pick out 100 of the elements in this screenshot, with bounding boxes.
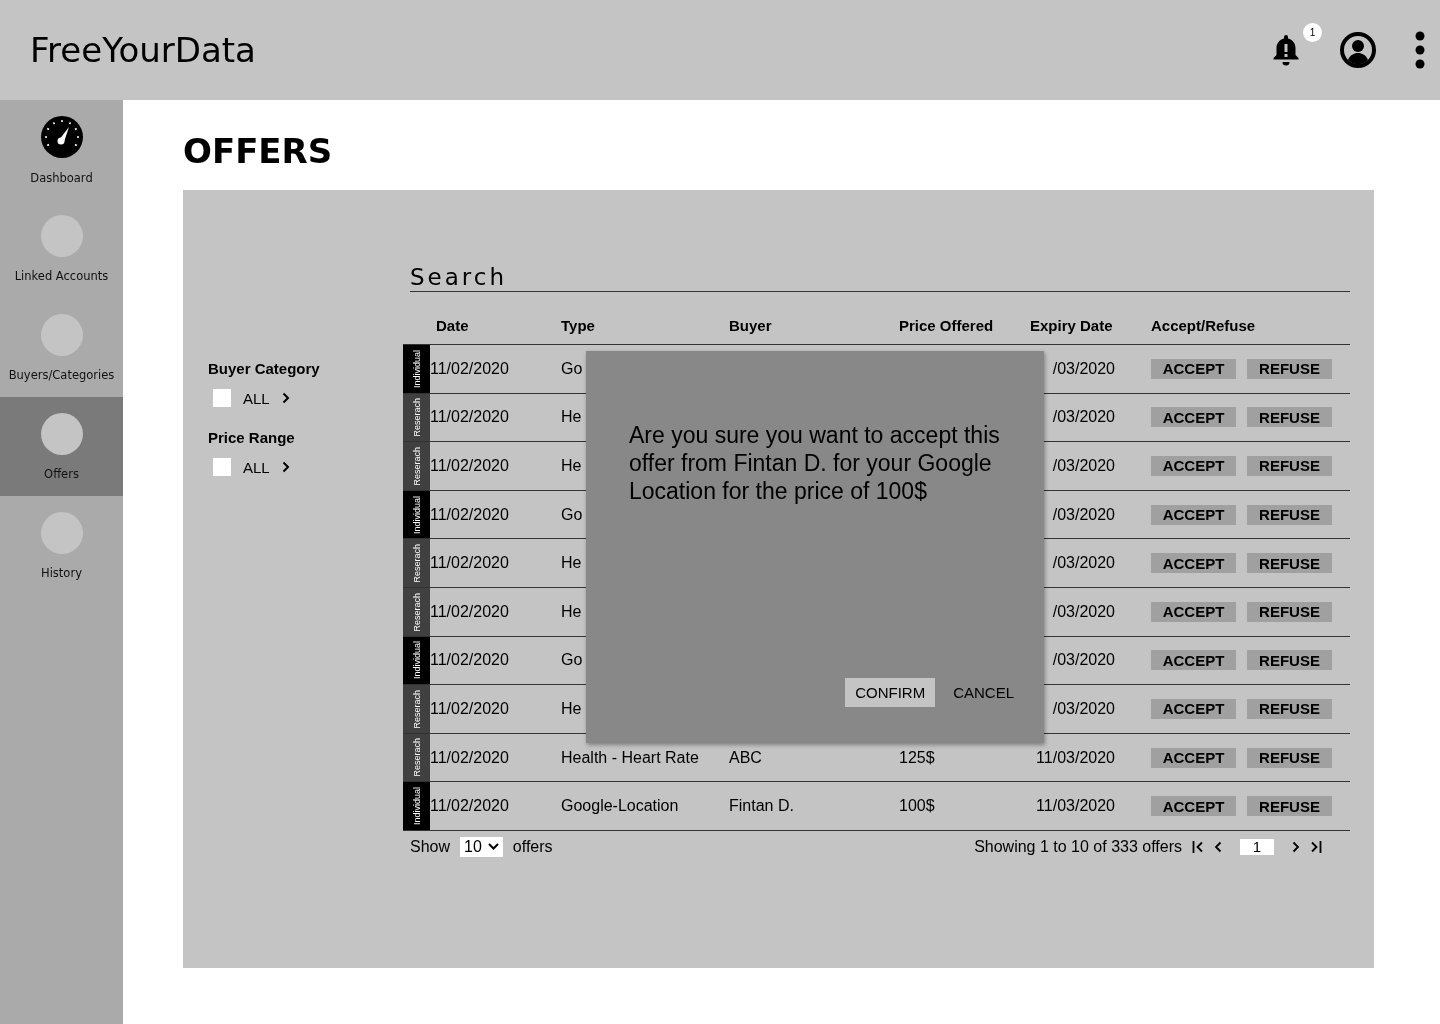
cancel-button[interactable]: CANCEL bbox=[953, 684, 1014, 701]
first-page-icon[interactable] bbox=[1192, 840, 1204, 853]
table-cell: 11/02/2020 bbox=[430, 554, 509, 573]
table-cell: Go bbox=[561, 359, 583, 378]
chevron-right-icon[interactable] bbox=[281, 461, 290, 473]
show-label: Show bbox=[410, 837, 451, 856]
refuse-button[interactable]: REFUSE bbox=[1247, 796, 1332, 817]
account-button[interactable] bbox=[1340, 32, 1376, 68]
refuse-button[interactable]: REFUSE bbox=[1247, 504, 1332, 525]
table-cell: 125$ bbox=[899, 748, 935, 767]
dialog-message: Are you sure you want to accept this offer from Fintan D. for your Google Location for the price of 100$ bbox=[629, 421, 1001, 505]
sidebar-item[interactable]: Buyers/Categories bbox=[0, 298, 123, 397]
table-cell: 100$ bbox=[899, 797, 935, 816]
column-header: Expiry Date bbox=[1030, 317, 1114, 334]
results-summary: Showing 1 to 10 of 333 offers bbox=[974, 837, 1182, 856]
table-cell: 11/03/2020 bbox=[1036, 748, 1115, 767]
previous-page-icon[interactable] bbox=[1214, 840, 1222, 853]
accept-button[interactable]: ACCEPT bbox=[1151, 407, 1236, 428]
table-cell: He bbox=[561, 457, 582, 475]
accept-button[interactable]: ACCEPT bbox=[1151, 358, 1236, 379]
refuse-button[interactable]: REFUSE bbox=[1247, 407, 1332, 428]
more-icon bbox=[1414, 31, 1426, 69]
table-cell: Google-Location bbox=[561, 797, 679, 816]
sidebar-item[interactable]: History bbox=[0, 496, 123, 595]
table-cell: 11/02/2020 bbox=[430, 797, 509, 816]
sidebar-item[interactable]: Dashboard bbox=[0, 100, 123, 199]
table-cell: 11/02/2020 bbox=[430, 505, 509, 524]
column-header: Type bbox=[561, 317, 596, 334]
refuse-button[interactable]: REFUSE bbox=[1247, 698, 1332, 719]
chevron-right-icon[interactable] bbox=[281, 392, 290, 404]
refuse-button[interactable]: REFUSE bbox=[1247, 601, 1332, 622]
table-cell: 11/02/2020 bbox=[430, 602, 509, 621]
category-tag: Reserach bbox=[403, 587, 430, 636]
column-header: Date bbox=[435, 317, 470, 334]
accept-button[interactable]: ACCEPT bbox=[1151, 456, 1236, 476]
table-cell: Fintan D. bbox=[729, 797, 794, 816]
filter-title: Buyer Category bbox=[208, 360, 321, 377]
table-cell: 11/02/2020 bbox=[430, 651, 509, 670]
table-cell: Go bbox=[561, 651, 583, 670]
table-cell: He bbox=[561, 699, 582, 718]
category-tag: Reserach bbox=[403, 393, 430, 442]
category-tag: Individual bbox=[403, 636, 430, 685]
category-tag: Individual bbox=[403, 345, 430, 393]
checkbox[interactable] bbox=[213, 389, 231, 407]
category-tag: Reserach bbox=[403, 733, 430, 782]
column-header: Accept/Refuse bbox=[1151, 317, 1256, 334]
accept-button[interactable]: ACCEPT bbox=[1151, 698, 1236, 719]
accept-button[interactable]: ACCEPT bbox=[1151, 747, 1236, 768]
table-cell: 11/02/2020 bbox=[430, 359, 509, 378]
more-menu-button[interactable] bbox=[1414, 31, 1426, 69]
last-page-icon[interactable] bbox=[1310, 840, 1322, 853]
next-page-icon[interactable] bbox=[1292, 840, 1300, 853]
filter-value: ALL bbox=[243, 458, 270, 476]
page-title: OFFERS bbox=[183, 130, 334, 173]
sidebar-item[interactable]: Linked Accounts bbox=[0, 199, 123, 298]
table-cell: He bbox=[561, 602, 582, 621]
accept-button[interactable]: ACCEPT bbox=[1151, 796, 1236, 817]
search-field[interactable]: Search bbox=[410, 262, 1350, 292]
filter-title: Price Range bbox=[208, 429, 296, 446]
table-cell: /03/2020 bbox=[1052, 457, 1115, 475]
category-tag: Individual bbox=[403, 782, 430, 830]
table-cell: /03/2020 bbox=[1052, 505, 1115, 524]
accept-button[interactable]: ACCEPT bbox=[1151, 504, 1236, 525]
sidebar-item[interactable]: Offers bbox=[0, 397, 123, 496]
category-tag: Reserach bbox=[403, 442, 430, 490]
confirm-button[interactable]: CONFIRM bbox=[845, 678, 936, 707]
table-cell: /03/2020 bbox=[1052, 408, 1115, 427]
table-cell: He bbox=[561, 408, 582, 427]
table-cell: 11/02/2020 bbox=[430, 699, 509, 718]
table-cell: He bbox=[561, 554, 582, 573]
chevron-down-icon bbox=[487, 843, 499, 851]
table-cell: 11/02/2020 bbox=[430, 408, 509, 427]
accept-button[interactable]: ACCEPT bbox=[1151, 553, 1236, 574]
refuse-button[interactable]: REFUSE bbox=[1247, 747, 1332, 768]
refuse-button[interactable]: REFUSE bbox=[1247, 553, 1332, 574]
refuse-button[interactable]: REFUSE bbox=[1247, 456, 1332, 476]
account-icon bbox=[1340, 32, 1376, 68]
page-size-select[interactable]: 10 bbox=[460, 836, 503, 857]
table-cell: 11/02/2020 bbox=[430, 748, 509, 767]
column-header: Price Offered bbox=[899, 317, 995, 334]
filter-value: ALL bbox=[243, 389, 270, 407]
table-cell: /03/2020 bbox=[1052, 359, 1115, 378]
page-number-field[interactable]: 1 bbox=[1240, 838, 1274, 855]
category-tag: Individual bbox=[403, 490, 430, 539]
column-header: Buyer bbox=[729, 317, 773, 334]
refuse-button[interactable]: REFUSE bbox=[1247, 358, 1332, 379]
table-cell: /03/2020 bbox=[1052, 554, 1115, 573]
table-cell: /03/2020 bbox=[1052, 602, 1115, 621]
table-cell: Go bbox=[561, 505, 583, 524]
accept-button[interactable]: ACCEPT bbox=[1151, 601, 1236, 622]
notification-badge: 1 bbox=[1303, 23, 1322, 42]
gauge-icon bbox=[39, 114, 84, 159]
table-cell: 11/03/2020 bbox=[1036, 797, 1115, 816]
app-title: FreeYourData bbox=[30, 30, 256, 70]
offers-label: offers bbox=[512, 837, 553, 856]
table-cell: /03/2020 bbox=[1052, 699, 1115, 718]
checkbox[interactable] bbox=[213, 458, 231, 476]
accept-button[interactable]: ACCEPT bbox=[1151, 650, 1236, 671]
placeholder-icon bbox=[40, 412, 83, 455]
refuse-button[interactable]: REFUSE bbox=[1247, 650, 1332, 671]
